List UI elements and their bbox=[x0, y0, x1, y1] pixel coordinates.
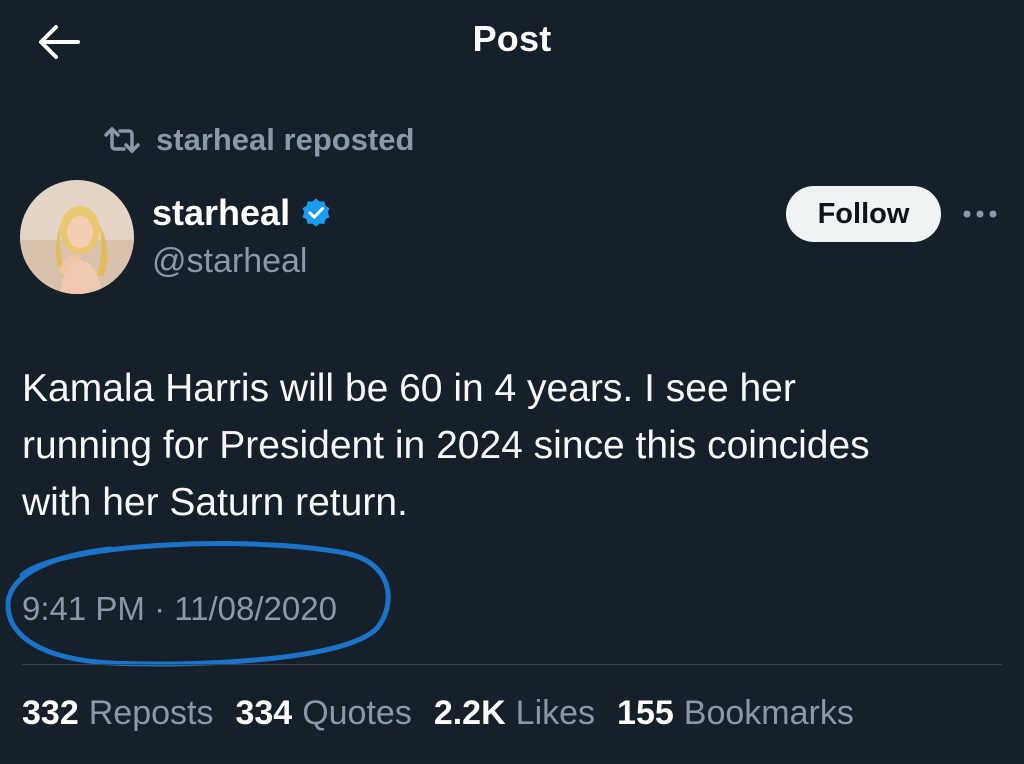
author-handle[interactable]: @starheal bbox=[152, 242, 307, 281]
tweet-text-line: running for President in 2024 since this… bbox=[22, 424, 870, 467]
engagement-stats: 332 Reposts 334 Quotes 2.2K Likes 155 Bookma… bbox=[22, 694, 876, 733]
header-bar: Post bbox=[0, 0, 1024, 84]
repost-indicator[interactable]: starheal reposted bbox=[104, 122, 414, 158]
author-display-name: starheal bbox=[152, 192, 291, 233]
divider bbox=[22, 664, 1002, 665]
follow-button[interactable]: Follow bbox=[786, 186, 941, 242]
more-options-button[interactable] bbox=[958, 196, 1002, 232]
stat-count: 155 bbox=[617, 694, 674, 732]
stat-likes[interactable]: 2.2K Likes bbox=[434, 694, 595, 733]
verified-badge-icon bbox=[300, 197, 332, 229]
tweet-timestamp[interactable]: 9:41 PM · 11/08/2020 bbox=[22, 590, 337, 628]
repost-icon bbox=[104, 127, 140, 153]
stat-quotes[interactable]: 334 Quotes bbox=[235, 694, 411, 733]
stat-label: Likes bbox=[515, 694, 596, 732]
stat-reposts[interactable]: 332 Reposts bbox=[22, 694, 213, 733]
repost-label: starheal reposted bbox=[156, 122, 415, 157]
stat-label: Bookmarks bbox=[683, 694, 854, 732]
profile-photo bbox=[20, 180, 134, 294]
more-options-icon bbox=[963, 210, 997, 218]
tweet-text-line: Kamala Harris will be 60 in 4 years. I s… bbox=[22, 367, 796, 410]
stat-count: 334 bbox=[235, 694, 293, 732]
stat-count: 2.2K bbox=[433, 694, 506, 732]
tweet-text-line: with her Saturn return. bbox=[22, 481, 408, 524]
tweet-text: Kamala Harris will be 60 in 4 years. I s… bbox=[22, 360, 992, 531]
stat-count: 332 bbox=[22, 694, 79, 732]
page-title: Post bbox=[472, 18, 552, 59]
stat-bookmarks[interactable]: 155 Bookmarks bbox=[617, 694, 854, 733]
author-name[interactable]: starheal bbox=[152, 192, 332, 234]
stat-label: Quotes bbox=[302, 694, 412, 732]
stat-label: Reposts bbox=[88, 694, 214, 732]
avatar[interactable] bbox=[20, 180, 134, 294]
